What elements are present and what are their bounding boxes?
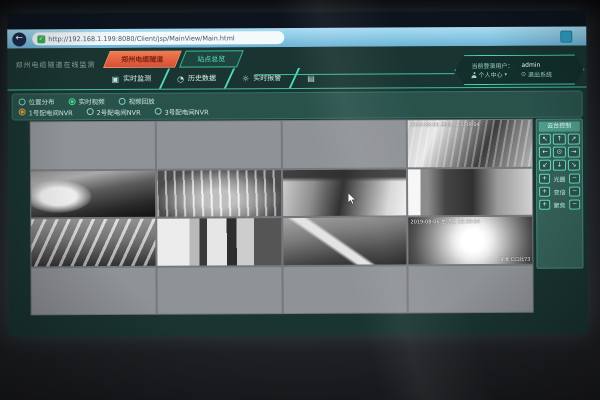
toolbar-item-realtime-alarm[interactable]: ☼ 实时报警 (233, 68, 290, 88)
toolbar-item-history-data[interactable]: ◔ 历史数据 (168, 68, 225, 88)
camera-feed[interactable]: 2019-08-06 星期二 15:39:04 (408, 120, 532, 167)
focus-near-button[interactable]: + (539, 200, 550, 210)
ptz-zoom-control: + 变倍 − (539, 187, 580, 197)
monitor-icon: ▣ (111, 74, 119, 83)
main-tabs: 郑州电缆隧道 站点总览 (106, 50, 244, 68)
toolbar-item-label: 实时监测 (123, 74, 151, 84)
page-title: 郑州电缆隧道在线监测 (15, 60, 95, 70)
video-pane-empty[interactable] (31, 122, 155, 169)
radio-label: 2号配电间NVR (97, 107, 141, 117)
mouse-cursor (347, 193, 357, 205)
person-icon (471, 72, 476, 78)
personal-center-menu[interactable]: 个人中心 (478, 70, 502, 79)
filter-panel: 位置分布 实时视频 视频回放 1号配电间NVR (12, 91, 583, 121)
user-badge: 当前登录用户： admin 个人中心 ▾ ⊙ 退出系统 (454, 54, 584, 85)
browser-window: ← ✓ http://192.168.1.199:8080/Client/jsp… (7, 10, 588, 336)
url-text: http://192.168.1.199:8080/Client/jsp/Mai… (48, 34, 234, 43)
secure-site-icon: ✓ (37, 35, 45, 43)
view-mode-playback[interactable]: 视频回放 (119, 96, 155, 106)
video-pane-empty[interactable] (409, 265, 533, 312)
app-page: 郑州电缆隧道在线监测 郑州电缆隧道 站点总览 ▣ 实时监测 ◔ 历史数据 (7, 45, 588, 336)
tab-tunnel-monitor[interactable]: 郑州电缆隧道 (103, 51, 182, 68)
ptz-down-left-button[interactable]: ↙ (539, 160, 551, 171)
video-pane-empty[interactable] (156, 121, 280, 168)
iris-plus-button[interactable]: + (539, 174, 550, 184)
radio-icon (119, 98, 126, 105)
zoom-out-button[interactable]: − (569, 187, 580, 197)
monitor-photo: ← ✓ http://192.168.1.199:8080/Client/jsp… (0, 0, 600, 400)
video-pane-empty[interactable] (157, 267, 281, 314)
browser-extension-icon[interactable] (560, 30, 572, 42)
camera-feed[interactable] (157, 170, 281, 217)
focus-far-button[interactable]: − (569, 200, 580, 210)
ptz-up-button[interactable]: ↑ (553, 134, 565, 145)
camera-feed[interactable] (408, 168, 532, 215)
view-mode-location[interactable]: 位置分布 (19, 97, 55, 107)
toolbar-item-realtime-monitor[interactable]: ▣ 实时监测 (102, 69, 160, 89)
camera-feed[interactable]: 2019-08-06 星期二 15:39:04 隧道 C口北73 (408, 217, 532, 264)
toolbar: ▣ 实时监测 ◔ 历史数据 ☼ 实时报警 ▤ (102, 68, 327, 89)
iris-label: 光圈 (553, 174, 565, 183)
ptz-up-left-button[interactable]: ↖ (539, 134, 551, 145)
zoom-label: 变倍 (554, 187, 566, 196)
ptz-up-right-button[interactable]: ↗ (567, 134, 579, 145)
radio-icon (87, 108, 94, 115)
camera-feed[interactable] (282, 169, 406, 216)
ptz-center-button[interactable]: ⊙ (553, 147, 565, 158)
radio-label: 1号配电间NVR (29, 107, 73, 117)
radio-label: 视频回放 (129, 96, 155, 106)
radio-label: 位置分布 (29, 97, 55, 107)
radio-label: 3号配电间NVR (165, 106, 209, 116)
nvr-row: 1号配电间NVR 2号配电间NVR 3号配电间NVR (19, 104, 576, 117)
view-mode-live-video[interactable]: 实时视频 (69, 96, 105, 106)
camera-osd-timestamp: 2019-08-06 星期二 15:39:04 (410, 218, 480, 225)
focus-label: 聚焦 (554, 200, 566, 209)
radio-selected-icon (69, 98, 76, 105)
tab-label: 郑州电缆隧道 (121, 54, 163, 64)
ptz-focus-control: + 聚焦 − (539, 200, 580, 210)
video-wall-grid: 2019-08-06 星期二 15:39:04 2019-08-06 星期二 1… (30, 119, 534, 316)
camera-feed[interactable] (283, 217, 407, 264)
username: admin (521, 62, 540, 69)
radio-icon (19, 98, 26, 105)
video-pane-empty[interactable] (283, 266, 407, 313)
alarm-icon: ☼ (242, 74, 249, 83)
zoom-in-button[interactable]: + (539, 187, 550, 197)
video-pane-empty[interactable] (282, 120, 406, 167)
video-pane-empty[interactable] (31, 267, 155, 314)
tab-site-overview[interactable]: 站点总览 (179, 50, 244, 67)
ptz-control-panel: 云台控制 ↖ ↑ ↗ ← ⊙ → ↙ ↓ ↘ + 光圈 − (536, 119, 584, 269)
login-user-label: 当前登录用户： (471, 61, 513, 70)
toolbar-item-label: 历史数据 (188, 73, 216, 83)
chevron-down-icon: ▾ (504, 71, 507, 77)
camera-feed[interactable] (31, 219, 155, 266)
tab-label: 站点总览 (197, 54, 225, 64)
ptz-direction-pad: ↖ ↑ ↗ ← ⊙ → ↙ ↓ ↘ (539, 134, 580, 171)
ptz-down-right-button[interactable]: ↘ (568, 160, 580, 171)
logout-button[interactable]: 退出系统 (528, 70, 552, 79)
radio-label: 实时视频 (79, 96, 105, 106)
nvr-option-2[interactable]: 2号配电间NVR (87, 107, 141, 117)
camera-osd-timestamp: 2019-08-06 星期二 15:39:04 (410, 121, 480, 128)
header-connector-line (254, 73, 454, 75)
radio-icon (155, 108, 162, 115)
header-divider (8, 86, 587, 90)
ptz-iris-control: + 光圈 − (539, 174, 580, 184)
ptz-left-button[interactable]: ← (539, 147, 551, 158)
camera-feed[interactable] (31, 170, 155, 217)
history-icon: ◔ (177, 74, 184, 83)
ptz-down-button[interactable]: ↓ (553, 160, 565, 171)
browser-back-button[interactable]: ← (12, 32, 26, 46)
nvr-option-3[interactable]: 3号配电间NVR (155, 106, 209, 116)
camera-feed[interactable] (157, 218, 281, 265)
ptz-panel-title: 云台控制 (539, 122, 580, 132)
radio-selected-icon (19, 109, 26, 116)
url-field[interactable]: ✓ http://192.168.1.199:8080/Client/jsp/M… (32, 31, 284, 45)
camera-osd-name: 隧道 C口北73 (499, 255, 530, 262)
toolbar-item-report[interactable]: ▤ (298, 68, 328, 88)
ptz-right-button[interactable]: → (568, 147, 580, 158)
iris-minus-button[interactable]: − (569, 174, 580, 184)
nvr-option-1[interactable]: 1号配电间NVR (19, 107, 73, 117)
power-icon: ⊙ (521, 71, 526, 78)
